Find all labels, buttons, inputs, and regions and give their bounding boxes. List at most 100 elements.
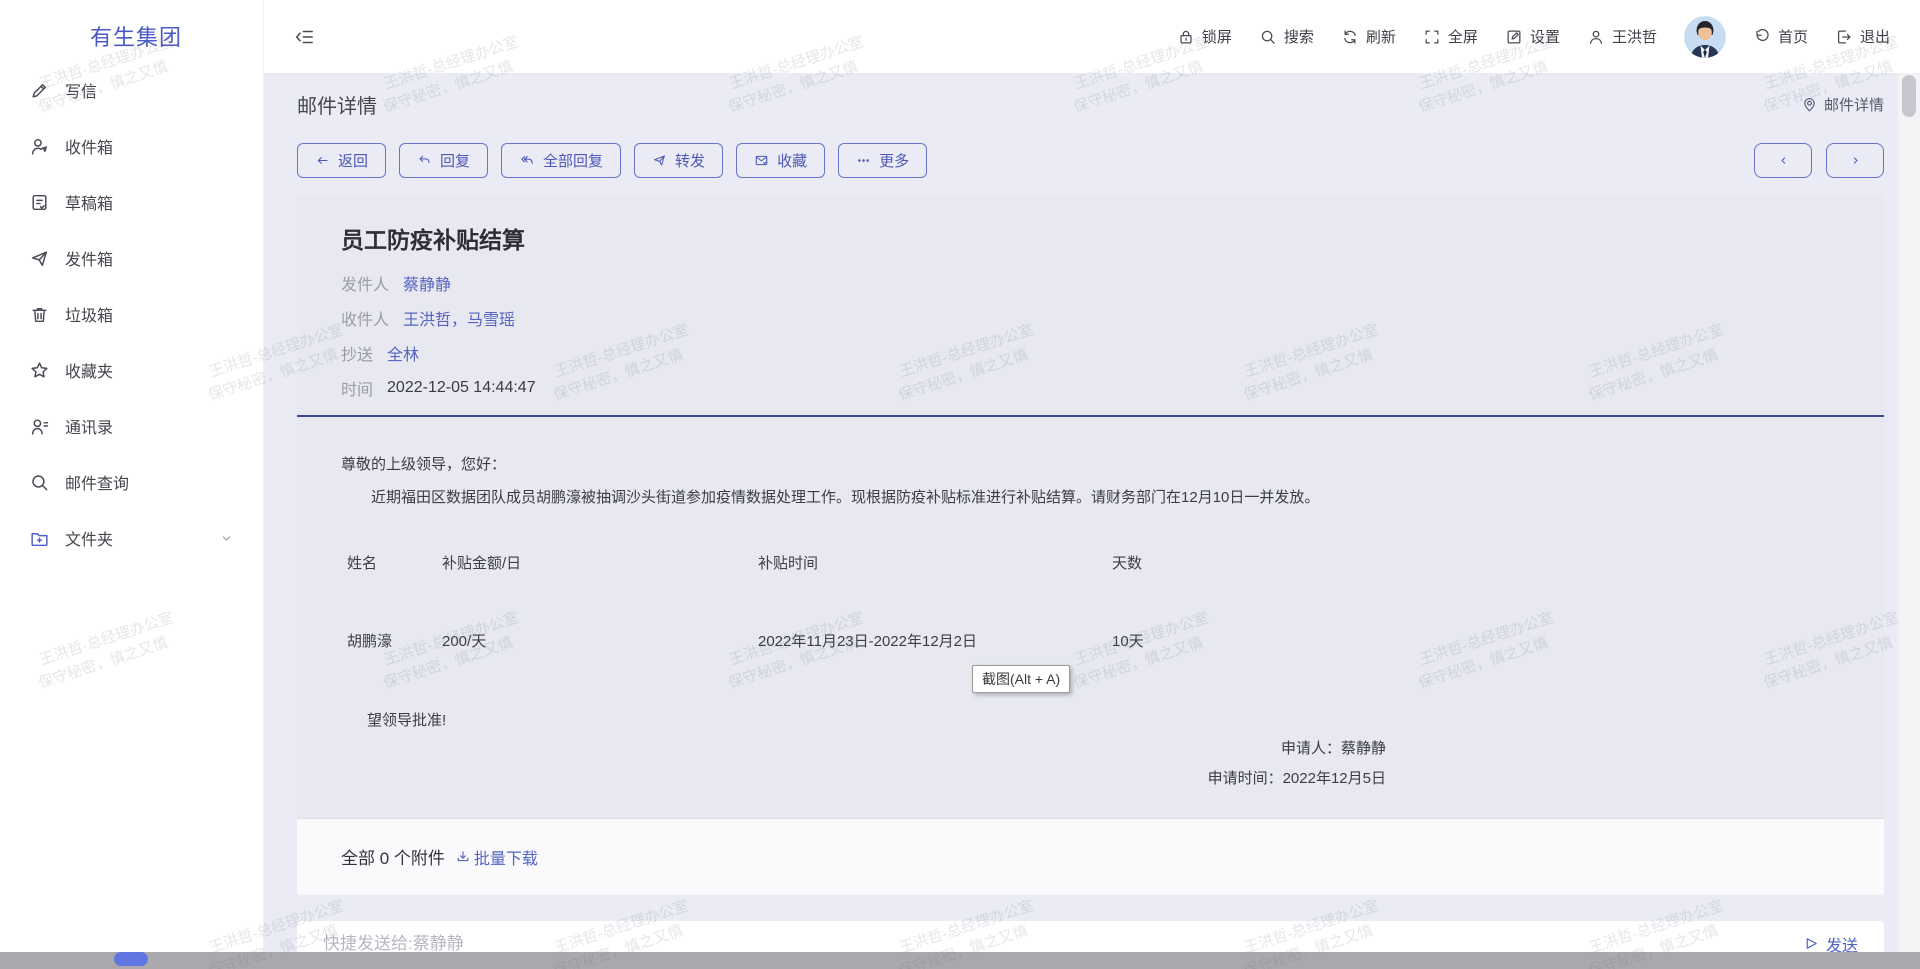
fullscreen-icon [1423, 28, 1441, 46]
collect-button[interactable]: 收藏 [736, 143, 825, 178]
more-button[interactable]: 更多 [838, 143, 927, 178]
refresh-label: 刷新 [1366, 26, 1396, 47]
to-label: 收件人 [341, 306, 389, 330]
lock-screen-button[interactable]: 锁屏 [1177, 26, 1232, 47]
sidebar-item-contacts[interactable]: 通讯录 [0, 398, 263, 454]
scrollbar-track[interactable] [1898, 73, 1920, 952]
sidebar-nav: 写信 收件箱 草稿箱 发件箱 垃圾箱 收藏夹 通讯录 邮件查询 [0, 62, 263, 566]
greeting-text: 尊敬的上级领导，您好： [341, 453, 1840, 474]
reply-all-button[interactable]: 全部回复 [501, 143, 621, 178]
mail-card: 员工防疫补贴结算 发件人 蔡静静 收件人 王洪哲，马雪瑶 抄送 全林 时间 20… [297, 195, 1884, 895]
table-cell: 200/天 [442, 630, 758, 651]
contacts-icon [28, 415, 50, 437]
lock-icon [1177, 28, 1195, 46]
applicant-label: 申请人： [1281, 740, 1341, 757]
refresh-button[interactable]: 刷新 [1341, 26, 1396, 47]
lock-screen-label: 锁屏 [1202, 26, 1232, 47]
reply-all-label: 全部回复 [543, 150, 603, 171]
sidebar-item-drafts[interactable]: 草稿箱 [0, 174, 263, 230]
attachments-bar: 全部 0 个附件 批量下载 [297, 818, 1884, 895]
undo-home-icon [1753, 28, 1771, 46]
logout-label: 退出 [1860, 26, 1890, 47]
settings-label: 设置 [1530, 26, 1560, 47]
forward-label: 转发 [675, 150, 705, 171]
sidebar-item-sent[interactable]: 发件箱 [0, 230, 263, 286]
mail-time-row: 时间 2022-12-05 14:44:47 [341, 376, 1840, 400]
mail-from-row: 发件人 蔡静静 [341, 271, 1840, 295]
chevron-right-icon [1848, 153, 1863, 168]
sidebar-item-label: 垃圾箱 [65, 302, 113, 326]
sidebar-item-inbox[interactable]: 收件箱 [0, 118, 263, 174]
download-icon [455, 849, 471, 865]
body-paragraph: 近期福田区数据团队成员胡鹏濠被抽调沙头街道参加疫情数据处理工作。现根据防疫补贴标… [341, 487, 1840, 510]
prev-mail-button[interactable] [1754, 143, 1812, 178]
reply-all-icon [519, 153, 535, 169]
reply-label: 回复 [440, 150, 470, 171]
subsidy-table: 姓名 补贴金额/日 补贴时间 天数 胡鹏濠 200/天 2022年11月23日-… [347, 552, 1840, 651]
chevron-left-icon [1776, 153, 1791, 168]
sidebar: 有生集团 写信 收件箱 草稿箱 发件箱 垃圾箱 收藏夹 通讯录 [0, 0, 264, 952]
cc-contact[interactable]: 全林 [387, 341, 419, 365]
sidebar-item-label: 写信 [65, 78, 97, 102]
search-label: 搜索 [1284, 26, 1314, 47]
page-title: 邮件详情 [297, 90, 377, 119]
back-label: 返回 [338, 150, 368, 171]
sidebar-item-mail-search[interactable]: 邮件查询 [0, 454, 263, 510]
mail-collect-icon [754, 153, 769, 168]
sidebar-item-folders[interactable]: 文件夹 [0, 510, 263, 566]
user-avatar[interactable] [1684, 16, 1726, 58]
collect-label: 收藏 [777, 150, 807, 171]
folder-plus-icon [28, 527, 50, 549]
reply-icon [417, 153, 432, 168]
logout-icon [1835, 28, 1853, 46]
send-icon [1803, 935, 1820, 952]
mail-pager [1754, 143, 1884, 178]
sidebar-item-label: 草稿箱 [65, 190, 113, 214]
search-button[interactable]: 搜索 [1259, 26, 1314, 47]
sidebar-item-label: 收件箱 [65, 134, 113, 158]
home-button[interactable]: 首页 [1753, 26, 1808, 47]
table-cell: 2022年11月23日-2022年12月2日 [758, 630, 1112, 651]
more-label: 更多 [879, 150, 909, 171]
table-header: 姓名 [347, 552, 442, 573]
brand-logo: 有生集团 [0, 0, 263, 52]
mail-subject: 员工防疫补贴结算 [341, 221, 1840, 255]
table-header: 天数 [1112, 552, 1232, 573]
sidebar-item-label: 邮件查询 [65, 470, 129, 494]
table-cell: 胡鹏濠 [347, 630, 442, 651]
settings-button[interactable]: 设置 [1505, 26, 1560, 47]
fullscreen-label: 全屏 [1448, 26, 1478, 47]
quick-send-input[interactable] [323, 934, 1803, 954]
reply-button[interactable]: 回复 [399, 143, 488, 178]
mail-time: 2022-12-05 14:44:47 [387, 379, 536, 397]
topbar-actions: 锁屏 搜索 刷新 全屏 设置 王洪哲 首页 [1177, 16, 1890, 58]
sidebar-item-compose[interactable]: 写信 [0, 62, 263, 118]
search-icon [28, 471, 50, 493]
applicant-name: 蔡静静 [1341, 740, 1386, 757]
arrow-left-icon [315, 153, 330, 168]
batch-download-link[interactable]: 批量下载 [455, 845, 538, 869]
search-icon [1259, 28, 1277, 46]
fullscreen-button[interactable]: 全屏 [1423, 26, 1478, 47]
bottom-strip [0, 952, 1920, 969]
from-contact[interactable]: 蔡静静 [403, 271, 451, 295]
page-header: 邮件详情 邮件详情 [297, 90, 1884, 119]
topbar: 锁屏 搜索 刷新 全屏 设置 王洪哲 首页 [264, 0, 1920, 73]
current-user[interactable]: 王洪哲 [1587, 26, 1657, 47]
to-contacts[interactable]: 王洪哲，马雪瑶 [403, 306, 515, 330]
sidebar-item-favorites[interactable]: 收藏夹 [0, 342, 263, 398]
sidebar-item-label: 通讯录 [65, 414, 113, 438]
main-content: 邮件详情 邮件详情 返回 回复 全部回复 转发 收藏 更多 [264, 73, 1920, 952]
sidebar-item-trash[interactable]: 垃圾箱 [0, 286, 263, 342]
inbox-icon [28, 135, 50, 157]
applicant-block: 申请人：蔡静静 申请时间：2022年12月5日 [341, 734, 1386, 794]
forward-button[interactable]: 转发 [634, 143, 723, 178]
sent-icon [28, 247, 50, 269]
table-cell: 10天 [1112, 630, 1232, 651]
mail-cc-row: 抄送 全林 [341, 341, 1840, 365]
logout-button[interactable]: 退出 [1835, 26, 1890, 47]
next-mail-button[interactable] [1826, 143, 1884, 178]
menu-collapse-icon[interactable] [294, 26, 316, 48]
scrollbar-thumb[interactable] [1902, 75, 1916, 117]
back-button[interactable]: 返回 [297, 143, 386, 178]
